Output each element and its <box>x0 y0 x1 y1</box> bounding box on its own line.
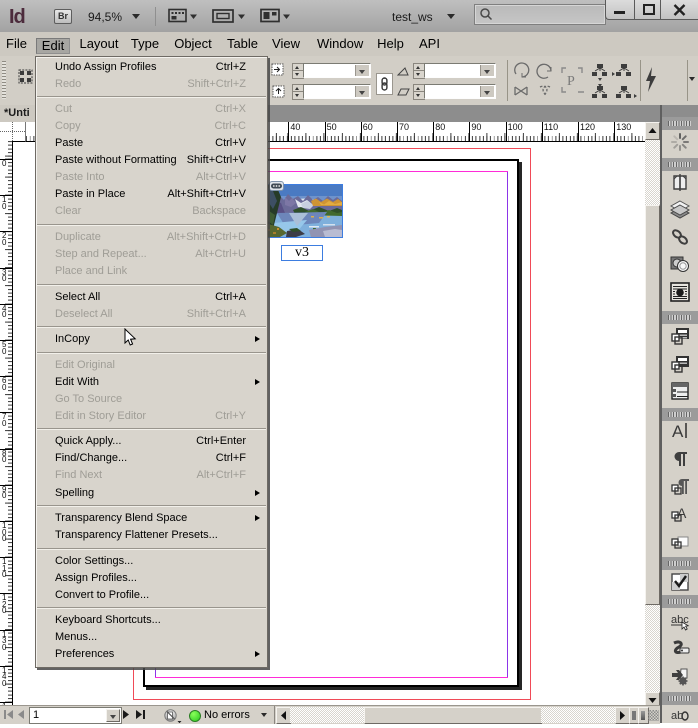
svg-text:abc: abc <box>671 614 689 626</box>
svg-text:A: A <box>672 422 684 441</box>
svg-text:P: P <box>567 74 575 89</box>
